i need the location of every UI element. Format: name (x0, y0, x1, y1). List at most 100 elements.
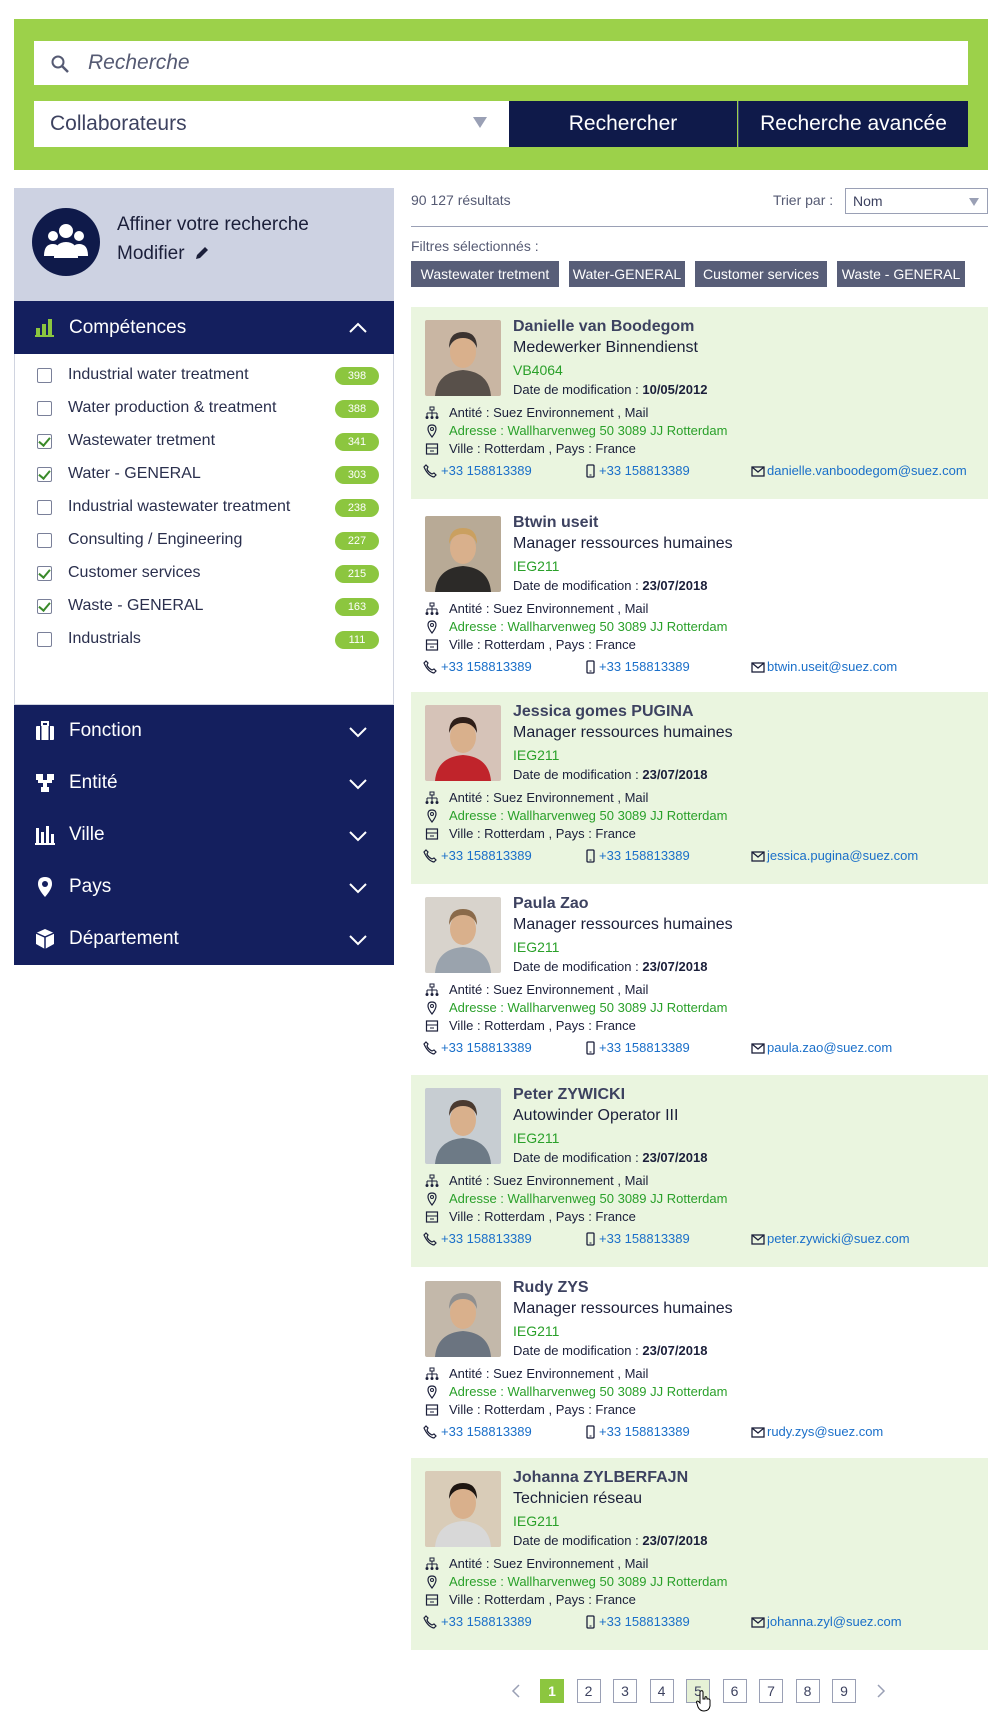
filter-chip[interactable]: Customer services (695, 261, 827, 287)
mail-icon (751, 1234, 765, 1245)
checkbox[interactable] (37, 566, 52, 581)
person-card[interactable]: Johanna ZYLBERFAJN Technicien réseau IEG21… (411, 1458, 988, 1650)
competence-label: Industrials (68, 630, 141, 647)
accordion-dpartement[interactable]: Département (14, 913, 394, 965)
prev-page-icon[interactable] (510, 1684, 522, 1698)
next-page-icon[interactable] (875, 1684, 887, 1698)
checkbox[interactable] (37, 533, 52, 548)
advanced-search-button[interactable]: Recherche avancée (738, 101, 968, 147)
mobile-link[interactable]: +33 158813389 (599, 1231, 690, 1246)
location-pin-icon (427, 1192, 437, 1206)
phone-link[interactable]: +33 158813389 (441, 1424, 532, 1439)
search-type-select[interactable]: Collaborateurs (34, 101, 509, 147)
page-4-button[interactable]: 4 (649, 1679, 674, 1703)
phone-link[interactable]: +33 158813389 (441, 1231, 532, 1246)
person-photo[interactable] (425, 1088, 501, 1164)
checkbox[interactable] (37, 632, 52, 647)
person-card[interactable]: Btwin useit Manager ressources humaines IE… (411, 503, 988, 695)
checkbox[interactable] (37, 368, 52, 383)
person-photo[interactable] (425, 897, 501, 973)
page-3-button[interactable]: 3 (613, 1679, 637, 1703)
page-2-button[interactable]: 2 (576, 1679, 601, 1703)
page-7-button[interactable]: 7 (759, 1679, 783, 1703)
checkbox[interactable] (37, 599, 52, 614)
checkbox[interactable] (37, 434, 52, 449)
checkbox[interactable] (37, 401, 52, 416)
accordion-pays[interactable]: Pays (14, 861, 394, 913)
person-card[interactable]: Rudy ZYS Manager ressources humaines IEG21… (411, 1268, 988, 1460)
person-photo[interactable] (425, 320, 501, 396)
search-button[interactable]: Rechercher (509, 101, 737, 147)
email-link[interactable]: paula.zao@suez.com (767, 1040, 892, 1055)
competence-filter-item[interactable]: Industrial wastewater treatment 238 (15, 490, 393, 526)
competence-filter-item[interactable]: Industrials 111 (15, 622, 393, 658)
person-card[interactable]: Peter ZYWICKI Autowinder Operator III IEG2… (411, 1075, 988, 1267)
person-card[interactable]: Danielle van Boodegom Medewerker Binnendi… (411, 307, 988, 499)
competence-filter-item[interactable]: Water - GENERAL 303 (15, 457, 393, 493)
competence-filter-item[interactable]: Customer services 215 (15, 556, 393, 592)
person-name[interactable]: Peter ZYWICKI (513, 1086, 625, 1104)
competence-filter-item[interactable]: Industrial water treatment 398 (15, 358, 393, 394)
person-name[interactable]: Rudy ZYS (513, 1279, 589, 1297)
page-9-button[interactable]: 9 (832, 1679, 856, 1703)
modify-link[interactable]: Modifier (117, 243, 185, 265)
person-card[interactable]: Paula Zao Manager ressources humaines IEG2… (411, 884, 988, 1076)
accordion-entit[interactable]: Entité (14, 757, 394, 809)
person-photo[interactable] (425, 516, 501, 592)
mobile-link[interactable]: +33 158813389 (599, 848, 690, 863)
accordion-ville[interactable]: Ville (14, 809, 394, 861)
mobile-link[interactable]: +33 158813389 (599, 659, 690, 674)
filters-label: Filtres sélectionnés : (411, 238, 539, 254)
person-photo[interactable] (425, 705, 501, 781)
mobile-link[interactable]: +33 158813389 (599, 1614, 690, 1629)
checkbox[interactable] (37, 467, 52, 482)
email-link[interactable]: btwin.useit@suez.com (767, 659, 897, 674)
search-input[interactable]: Recherche (34, 41, 968, 85)
mobile-link[interactable]: +33 158813389 (599, 1424, 690, 1439)
address-line[interactable]: Adresse : Wallharvenweg 50 3089 JJ Rotte… (449, 1191, 727, 1206)
email-link[interactable]: peter.zywicki@suez.com (767, 1231, 910, 1246)
pencil-icon[interactable] (194, 245, 210, 261)
phone-link[interactable]: +33 158813389 (441, 1040, 532, 1055)
email-link[interactable]: danielle.vanboodegom@suez.com (767, 463, 967, 478)
person-photo[interactable] (425, 1471, 501, 1547)
competence-filter-item[interactable]: Water production & treatment 388 (15, 391, 393, 427)
competence-filter-item[interactable]: Wastewater tretment 341 (15, 424, 393, 460)
person-name[interactable]: Btwin useit (513, 514, 598, 532)
person-role: Technicien réseau (513, 1490, 642, 1507)
competence-filter-item[interactable]: Consulting / Engineering 227 (15, 523, 393, 559)
sort-select[interactable]: Nom (845, 188, 988, 214)
address-line[interactable]: Adresse : Wallharvenweg 50 3089 JJ Rotte… (449, 808, 727, 823)
page-1-button[interactable]: 1 (540, 1679, 564, 1703)
person-card[interactable]: Jessica gomes PUGINA Manager ressources h… (411, 692, 988, 884)
email-link[interactable]: johanna.zyl@suez.com (767, 1614, 902, 1629)
filter-chip[interactable]: Water-GENERAL (569, 261, 685, 287)
email-link[interactable]: rudy.zys@suez.com (767, 1424, 883, 1439)
accordion-fonction[interactable]: Fonction (14, 705, 394, 757)
phone-link[interactable]: +33 158813389 (441, 463, 532, 478)
mobile-link[interactable]: +33 158813389 (599, 1040, 690, 1055)
phone-link[interactable]: +33 158813389 (441, 848, 532, 863)
address-line[interactable]: Adresse : Wallharvenweg 50 3089 JJ Rotte… (449, 1000, 727, 1015)
address-line[interactable]: Adresse : Wallharvenweg 50 3089 JJ Rotte… (449, 1574, 727, 1589)
phone-link[interactable]: +33 158813389 (441, 659, 532, 674)
email-link[interactable]: jessica.pugina@suez.com (767, 848, 918, 863)
accordion-competences[interactable]: Compétences (14, 301, 394, 354)
competence-filter-item[interactable]: Waste - GENERAL 163 (15, 589, 393, 625)
phone-link[interactable]: +33 158813389 (441, 1614, 532, 1629)
filter-chip[interactable]: Wastewater tretment (411, 261, 559, 287)
person-name[interactable]: Paula Zao (513, 895, 589, 913)
page-6-button[interactable]: 6 (722, 1679, 747, 1703)
person-name[interactable]: Johanna ZYLBERFAJN (513, 1469, 688, 1487)
person-name[interactable]: Jessica gomes PUGINA (513, 703, 694, 721)
chevron-down-icon (349, 831, 367, 842)
address-line[interactable]: Adresse : Wallharvenweg 50 3089 JJ Rotte… (449, 619, 727, 634)
mobile-link[interactable]: +33 158813389 (599, 463, 690, 478)
person-name[interactable]: Danielle van Boodegom (513, 318, 694, 336)
page-8-button[interactable]: 8 (795, 1679, 820, 1703)
filter-chip[interactable]: Waste - GENERAL (837, 261, 965, 287)
checkbox[interactable] (37, 500, 52, 515)
person-photo[interactable] (425, 1281, 501, 1357)
address-line[interactable]: Adresse : Wallharvenweg 50 3089 JJ Rotte… (449, 423, 727, 438)
address-line[interactable]: Adresse : Wallharvenweg 50 3089 JJ Rotte… (449, 1384, 727, 1399)
